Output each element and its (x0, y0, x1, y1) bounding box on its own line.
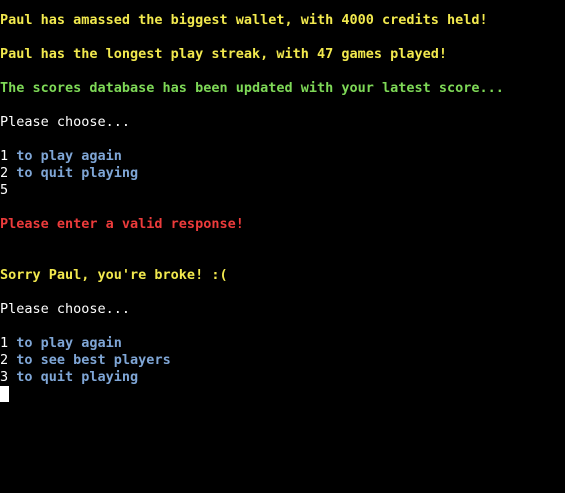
menu2-option-play-again: 1 to play again (0, 335, 122, 352)
menu1-option-play-again: 1 to play again (0, 148, 122, 165)
option-number: 2 (0, 352, 9, 368)
option-number: 2 (0, 165, 9, 181)
option-number: 3 (0, 369, 9, 385)
menu1-prompt: Please choose... (0, 114, 131, 130)
option-label: to quit playing (8, 165, 139, 181)
streak-message: Paul has the longest play streak, with 4… (0, 46, 448, 62)
menu1-option-quit: 2 to quit playing (0, 165, 138, 182)
option-number: 1 (0, 335, 9, 351)
wallet-message: Paul has amassed the biggest wallet, wit… (0, 12, 488, 28)
menu2-prompt: Please choose... (0, 301, 131, 317)
option-label: to see best players (8, 352, 171, 368)
terminal-window[interactable]: Paul has amassed the biggest wallet, wit… (0, 0, 565, 403)
block-cursor-icon[interactable] (0, 386, 9, 402)
option-number: 1 (0, 148, 9, 164)
menu1-user-input: 5 (0, 182, 9, 198)
menu2-option-best-players: 2 to see best players (0, 352, 171, 369)
broke-message: Sorry Paul, you're broke! :( (0, 267, 228, 283)
option-label: to play again (8, 148, 122, 164)
option-label: to quit playing (8, 369, 139, 385)
invalid-response-message: Please enter a valid response! (0, 216, 244, 232)
menu2-option-quit: 3 to quit playing (0, 369, 138, 386)
db-updated-message: The scores database has been updated wit… (0, 80, 504, 96)
option-label: to play again (8, 335, 122, 351)
